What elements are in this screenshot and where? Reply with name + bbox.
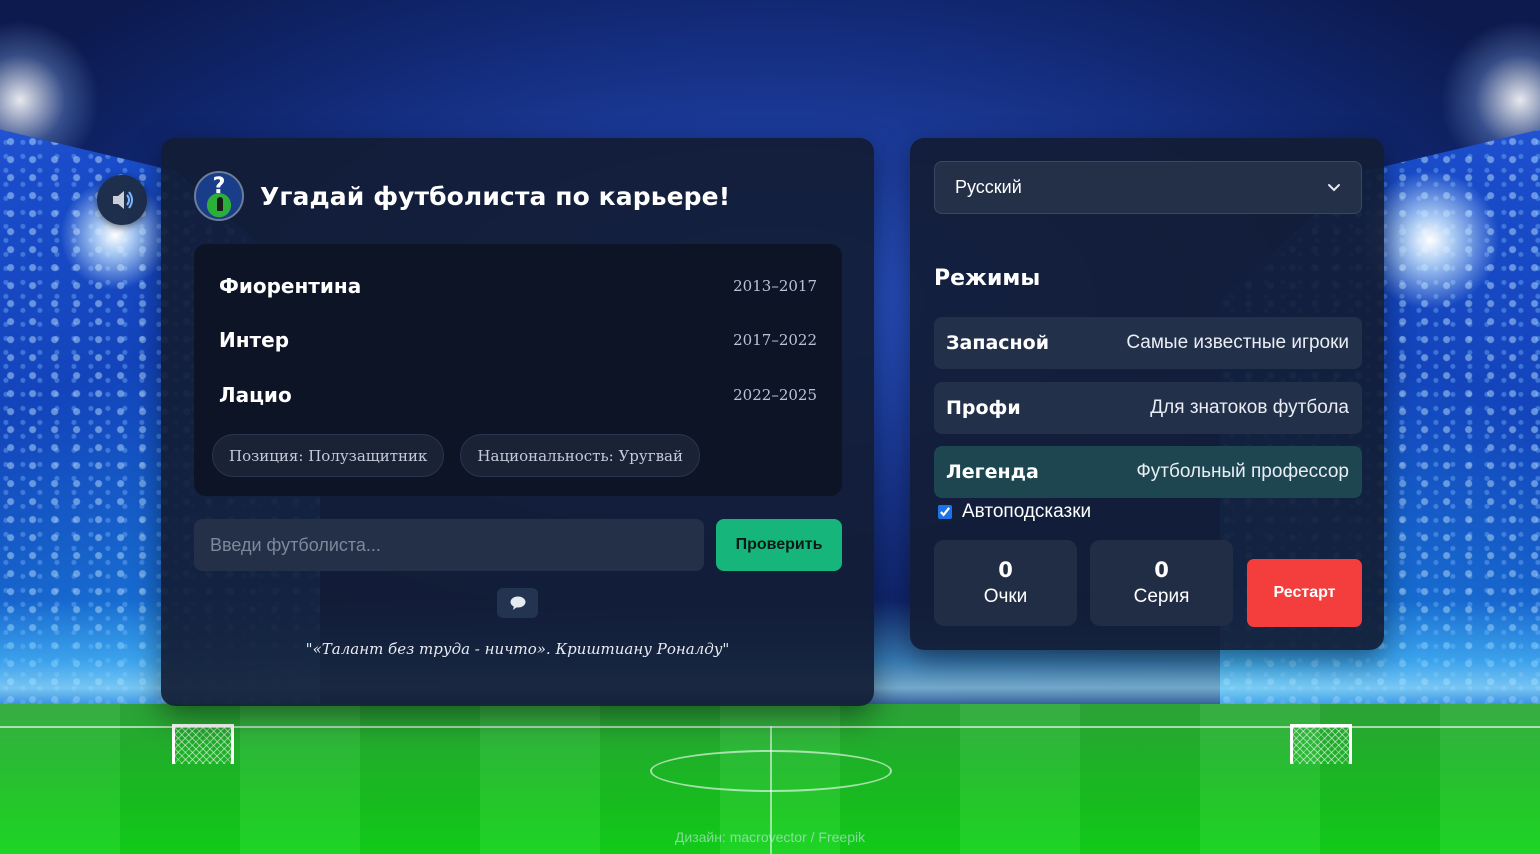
design-credit: Дизайн: macrovector / Freepik	[674, 829, 866, 845]
mode-description: Для знатоков футбола	[1150, 397, 1349, 418]
career-years: 2017–2022	[733, 331, 817, 349]
streak-value: 0	[1154, 558, 1169, 582]
question-player-icon: ?	[194, 171, 244, 221]
career-club: Фиорентина	[219, 274, 362, 298]
career-club: Лацио	[219, 383, 292, 407]
language-value: Русский	[955, 177, 1022, 197]
modes-heading: Режимы	[934, 266, 1041, 291]
goal-right	[1290, 724, 1352, 764]
score-card: 0 Очки	[934, 540, 1077, 626]
page-title: Угадай футболиста по карьере!	[260, 181, 731, 211]
mode-name: Профи	[946, 397, 1021, 419]
streak-card: 0 Серия	[1090, 540, 1233, 626]
restart-button[interactable]: Рестарт	[1247, 559, 1362, 627]
autohints-checkbox[interactable]	[938, 505, 952, 519]
mode-option-reserve[interactable]: Запасной Самые известные игроки	[934, 317, 1362, 369]
mode-option-legend[interactable]: Легенда Футбольный профессор	[934, 446, 1362, 498]
speech-bubble-icon	[510, 596, 525, 610]
mode-option-pro[interactable]: Профи Для знатоков футбола	[934, 382, 1362, 434]
position-chip: Позиция: Полузащитник	[212, 434, 445, 477]
chevron-down-icon	[1328, 184, 1340, 192]
language-select[interactable]: Русский	[934, 161, 1362, 214]
hint-button[interactable]	[497, 588, 538, 618]
mode-name: Легенда	[946, 461, 1039, 483]
hint-chips: Позиция: Полузащитник Национальность: Ур…	[212, 434, 700, 477]
streak-label: Серия	[1133, 586, 1190, 607]
mode-name: Запасной	[946, 332, 1050, 354]
career-years: 2022–2025	[733, 386, 817, 404]
score-value: 0	[998, 558, 1013, 582]
goal-left	[172, 724, 234, 764]
player-guess-input[interactable]	[194, 519, 704, 571]
career-row: Фиорентина 2013–2017	[219, 274, 817, 298]
title-row: ? Угадай футболиста по карьере!	[194, 171, 730, 221]
sound-toggle-button[interactable]	[97, 175, 147, 225]
career-row: Интер 2017–2022	[219, 328, 817, 352]
speaker-icon	[113, 191, 133, 209]
autohints-label: Автоподсказки	[962, 501, 1092, 522]
game-panel: ? Угадай футболиста по карьере! Фиоренти…	[161, 138, 874, 706]
check-button[interactable]: Проверить	[716, 519, 842, 571]
quote-text: "«Талант без труда - ничто». Криштиану Р…	[305, 640, 730, 658]
career-club: Интер	[219, 328, 290, 352]
autohints-toggle[interactable]: Автоподсказки	[938, 501, 1091, 523]
score-label: Очки	[983, 586, 1028, 607]
mode-description: Самые известные игроки	[1126, 332, 1349, 353]
pitch-center-circle	[650, 750, 892, 792]
nationality-chip: Национальность: Уругвай	[460, 434, 700, 477]
career-years: 2013–2017	[733, 277, 817, 295]
career-card: Фиорентина 2013–2017 Интер 2017–2022 Лац…	[194, 244, 842, 496]
settings-panel: Русский Режимы Запасной Самые известные …	[910, 138, 1384, 650]
mode-description: Футбольный профессор	[1136, 461, 1349, 482]
career-row: Лацио 2022–2025	[219, 383, 817, 407]
